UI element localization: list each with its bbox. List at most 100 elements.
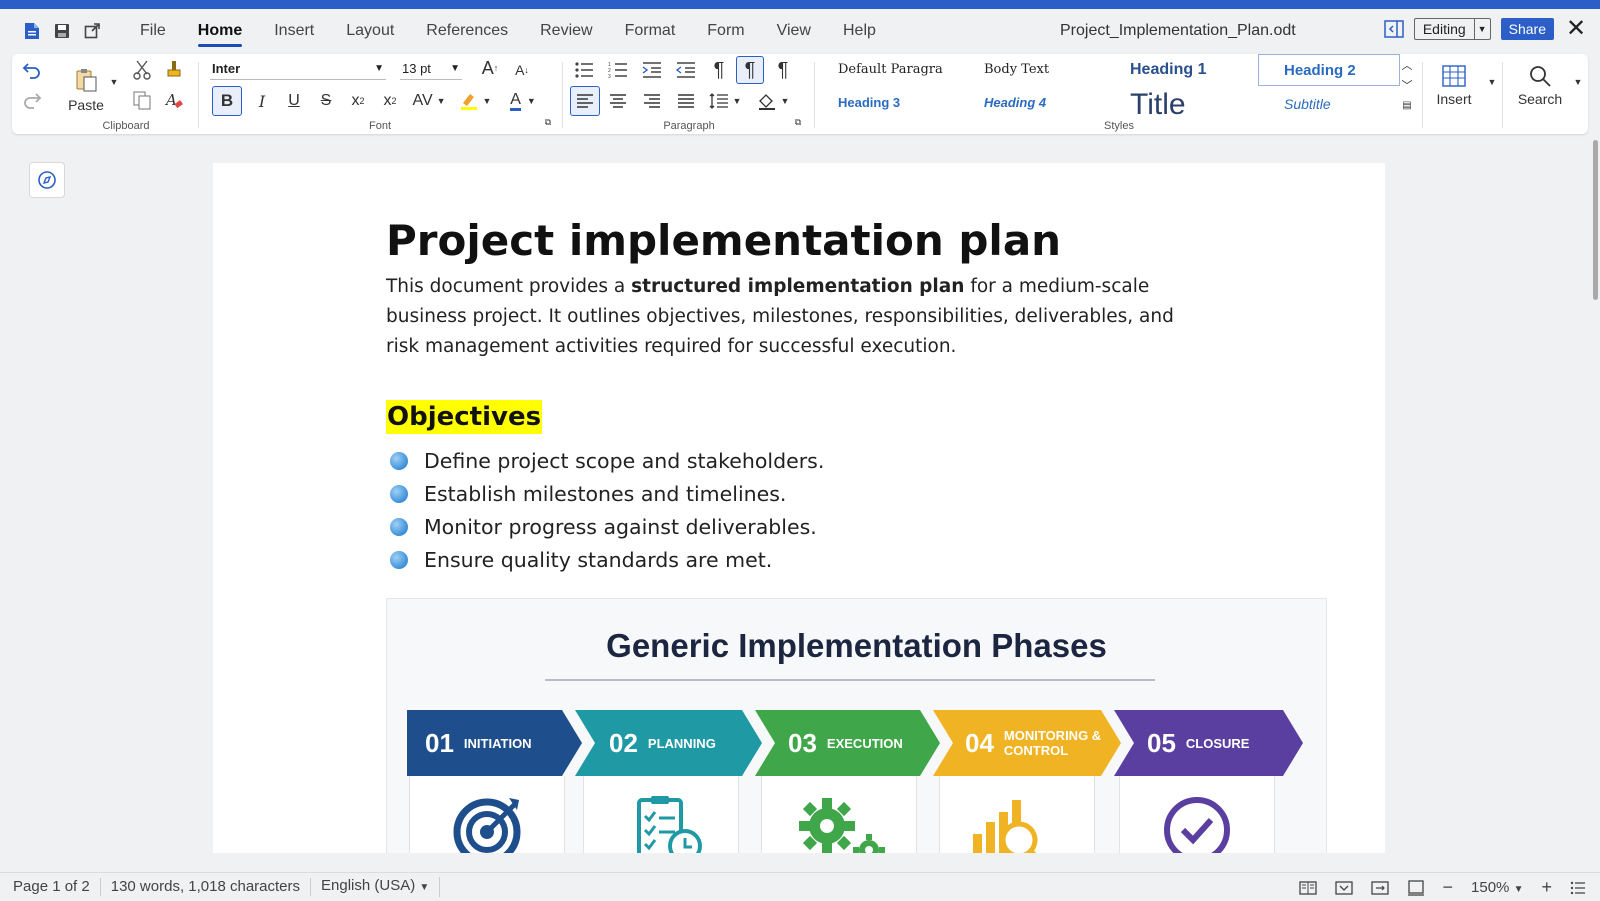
menu-form[interactable]: Form xyxy=(691,9,760,53)
language-select[interactable]: English (USA) ▼ xyxy=(311,877,441,897)
bullet-icon xyxy=(390,517,408,536)
underline-button[interactable]: U xyxy=(280,86,308,116)
menu-file[interactable]: File xyxy=(124,9,182,53)
menu-layout[interactable]: Layout xyxy=(330,9,410,53)
styles-group: Default Paragra Body Text Heading 1 Head… xyxy=(818,54,1420,134)
style-heading-1[interactable]: Heading 1 xyxy=(1130,61,1206,79)
line-spacing-button[interactable]: ▼ xyxy=(704,86,746,116)
objectives-heading: Objectives xyxy=(386,400,543,434)
styles-scroll-up-icon[interactable]: ︿ xyxy=(1398,56,1416,74)
align-left-icon[interactable] xyxy=(570,86,600,116)
font-group-label: Font xyxy=(368,120,391,132)
paste-options-chevron-icon[interactable]: ▼ xyxy=(108,76,120,88)
strikethrough-button[interactable]: S xyxy=(312,86,340,116)
search-chevron-icon[interactable]: ▼ xyxy=(1572,76,1584,88)
bullet-icon xyxy=(390,550,408,569)
single-page-view-icon[interactable] xyxy=(1298,880,1317,896)
shrink-font-icon[interactable]: A ↓ xyxy=(510,58,534,82)
menu-insert[interactable]: Insert xyxy=(258,9,330,53)
redo-icon[interactable] xyxy=(20,88,44,112)
style-default-paragraph[interactable]: Default Paragra xyxy=(838,62,943,77)
styles-expand-icon[interactable]: ▤ xyxy=(1398,96,1416,114)
italic-button[interactable]: I xyxy=(248,86,276,116)
status-bar: Page 1 of 2 130 words, 1,018 characters … xyxy=(0,872,1600,901)
menu-home[interactable]: Home xyxy=(182,9,258,53)
style-heading-2[interactable]: Heading 2 xyxy=(1284,62,1356,79)
fit-page-icon[interactable] xyxy=(1407,879,1425,896)
show-formatting-marks-icon[interactable]: ¶ xyxy=(706,56,732,84)
subscript-button[interactable]: x2 xyxy=(344,86,372,116)
grow-font-icon[interactable]: A ↑ xyxy=(478,56,502,80)
phase-initiation: 01 INITIATION xyxy=(425,710,532,776)
phase-number: 02 xyxy=(609,727,638,758)
phase-planning: 02 PLANNING xyxy=(609,710,716,776)
menu-references[interactable]: References xyxy=(410,9,524,53)
style-heading-4[interactable]: Heading 4 xyxy=(984,95,1046,110)
editing-mode-select[interactable]: Editing ▼ xyxy=(1413,18,1491,40)
bold-button[interactable]: B xyxy=(212,86,242,116)
decrease-indent-icon[interactable] xyxy=(672,56,700,84)
cut-icon[interactable] xyxy=(130,58,154,82)
sidebar-toggle-icon[interactable] xyxy=(1384,20,1404,38)
superscript-button[interactable]: x2 xyxy=(376,86,404,116)
paint-bucket-icon xyxy=(758,94,775,110)
phase-name: PLANNING xyxy=(647,735,716,751)
word-count[interactable]: 130 words, 1,018 characters xyxy=(101,878,312,896)
undo-icon[interactable] xyxy=(20,58,44,82)
style-subtitle[interactable]: Subtitle xyxy=(1284,96,1331,112)
zoom-in-button[interactable]: + xyxy=(1541,877,1552,898)
numbered-list-icon[interactable]: 123 xyxy=(604,56,632,84)
font-family-select[interactable]: Inter ▼ xyxy=(210,58,386,80)
rtl-paragraph-icon[interactable]: ¶ xyxy=(770,56,796,84)
highlight-color-button[interactable]: ▼ xyxy=(454,86,496,116)
navigator-button[interactable] xyxy=(29,162,65,198)
vertical-scrollbar[interactable] xyxy=(1590,140,1600,852)
open-external-icon[interactable] xyxy=(84,23,100,39)
style-heading-3[interactable]: Heading 3 xyxy=(838,95,900,110)
zoom-level[interactable]: 150% ▼ xyxy=(1471,879,1523,896)
phase-name: EXECUTION xyxy=(826,735,903,751)
zoom-out-button[interactable]: − xyxy=(1443,877,1454,898)
copy-icon[interactable] xyxy=(130,88,154,112)
phase-monitoring: 04 MONITORING & CONTROL xyxy=(965,710,1104,776)
menu-review[interactable]: Review xyxy=(524,9,608,53)
align-center-icon[interactable] xyxy=(604,86,632,116)
align-right-icon[interactable] xyxy=(638,86,666,116)
save-icon[interactable] xyxy=(54,23,70,39)
insert-chevron-icon[interactable]: ▼ xyxy=(1486,76,1498,88)
share-button[interactable]: Share xyxy=(1500,18,1554,40)
clear-formatting-icon[interactable]: A xyxy=(162,88,186,112)
multi-page-view-icon[interactable] xyxy=(1334,880,1353,896)
character-spacing-button[interactable]: AV ▼ xyxy=(408,86,450,116)
document-heading: Project implementation plan xyxy=(386,216,1062,265)
menu-list-icon[interactable] xyxy=(1570,881,1586,895)
checkmark-circle-icon xyxy=(1164,797,1230,853)
book-view-icon[interactable] xyxy=(1370,880,1389,896)
style-body-text[interactable]: Body Text xyxy=(984,62,1049,77)
ribbon-separator xyxy=(1422,62,1423,128)
insert-table-button[interactable]: Insert xyxy=(1426,62,1482,110)
search-button[interactable]: Search xyxy=(1512,62,1568,110)
table-icon xyxy=(1442,65,1466,87)
increase-indent-icon[interactable] xyxy=(638,56,666,84)
paste-button[interactable]: Paste xyxy=(66,60,106,120)
scrollbar-thumb[interactable] xyxy=(1593,140,1598,300)
phases-infographic[interactable]: Generic Implementation Phases 01 INITIAT… xyxy=(386,598,1327,853)
document-app-icon[interactable] xyxy=(24,22,40,40)
styles-group-label: Styles xyxy=(1104,120,1134,132)
bullet-list-icon[interactable] xyxy=(570,56,598,84)
close-icon[interactable]: ✕ xyxy=(1564,17,1588,41)
font-size-select[interactable]: 13 pt ▼ xyxy=(400,58,462,80)
styles-scroll-down-icon[interactable]: ﹀ xyxy=(1398,76,1416,94)
format-painter-icon[interactable] xyxy=(162,58,186,82)
justify-icon[interactable] xyxy=(672,86,700,116)
document-page[interactable]: Project implementation plan This documen… xyxy=(213,163,1385,853)
menu-format[interactable]: Format xyxy=(609,9,692,53)
page-count[interactable]: Page 1 of 2 xyxy=(0,878,101,896)
menu-help[interactable]: Help xyxy=(827,9,892,53)
shading-button[interactable]: ▼ xyxy=(752,86,794,116)
font-color-button[interactable]: A ▼ xyxy=(502,86,544,116)
ltr-paragraph-icon[interactable]: ¶ xyxy=(736,56,764,84)
menu-view[interactable]: View xyxy=(761,9,827,53)
style-title[interactable]: Title xyxy=(1130,88,1186,116)
